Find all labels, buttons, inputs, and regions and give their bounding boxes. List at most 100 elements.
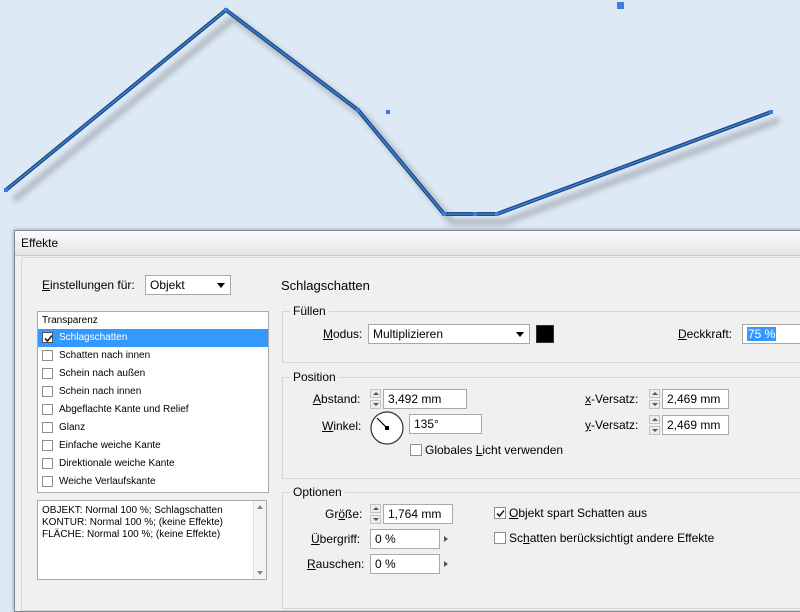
- effect-label: Glanz: [59, 422, 86, 433]
- chevron-down-icon: [217, 283, 225, 288]
- effect-label: Einfache weiche Kante: [59, 440, 161, 451]
- x-offset-label: x-Versatz:: [585, 392, 639, 406]
- increment-icon[interactable]: [370, 389, 381, 398]
- noise-value: 0 %: [375, 557, 396, 571]
- effect-item[interactable]: Glanz: [38, 419, 268, 437]
- effects-dialog: Effekte Einstellungen für: Objekt Transp…: [14, 230, 800, 612]
- center-point: [386, 110, 390, 114]
- effect-checkbox[interactable]: [42, 350, 53, 361]
- effect-label: Abgeflachte Kante und Relief: [59, 404, 189, 415]
- effect-checkbox[interactable]: [42, 440, 53, 451]
- anchor-point[interactable]: [495, 212, 499, 216]
- effect-item[interactable]: Schein nach innen: [38, 383, 268, 401]
- summary-line-object: OBJEKT: Normal 100 %; Schlagschatten: [42, 505, 223, 516]
- distance-stepper[interactable]: [370, 389, 381, 409]
- effect-label: Schein nach innen: [59, 386, 142, 397]
- fill-group-title: Füllen: [290, 304, 329, 318]
- x-offset-stepper[interactable]: [649, 389, 660, 409]
- distance-input[interactable]: 3,492 mm: [383, 389, 467, 409]
- effect-item[interactable]: Abgeflachte Kante und Relief: [38, 401, 268, 419]
- summary-scrollbar[interactable]: [253, 501, 266, 579]
- size-input[interactable]: 1,764 mm: [383, 504, 453, 524]
- effect-item[interactable]: Schatten nach innen: [38, 347, 268, 365]
- y-offset-value: 2,469 mm: [667, 418, 721, 432]
- blend-mode-dropdown[interactable]: Multiplizieren: [368, 324, 530, 344]
- effect-label: Schein nach außen: [59, 368, 146, 379]
- knockout-checkbox[interactable]: [494, 507, 506, 519]
- settings-for-dropdown[interactable]: Objekt: [145, 275, 231, 295]
- honor-effects-checkbox[interactable]: [494, 532, 506, 544]
- anchor-point[interactable]: [769, 110, 773, 114]
- x-offset-input[interactable]: 2,469 mm: [662, 389, 729, 409]
- blend-mode-value: Multiplizieren: [373, 327, 444, 341]
- spread-slider-arrow-icon[interactable]: [444, 536, 448, 542]
- effect-checkbox[interactable]: [42, 386, 53, 397]
- effect-checkbox[interactable]: [42, 332, 53, 343]
- decrement-icon[interactable]: [649, 400, 660, 409]
- angle-dial-graphic: [370, 411, 404, 445]
- spread-input[interactable]: 0 %: [370, 529, 440, 549]
- summary-line-fill: FLÄCHE: Normal 100 %; (keine Effekte): [42, 529, 221, 540]
- opacity-label: Deckkraft:: [678, 327, 733, 341]
- effect-item[interactable]: Einfache weiche Kante: [38, 437, 268, 455]
- anchor-point[interactable]: [356, 108, 360, 112]
- global-light-checkbox[interactable]: [410, 444, 422, 456]
- angle-value: 135°: [414, 417, 439, 431]
- anchor-point[interactable]: [224, 8, 228, 12]
- settings-for-value: Objekt: [150, 278, 185, 292]
- y-offset-stepper[interactable]: [649, 415, 660, 435]
- effect-checkbox[interactable]: [42, 476, 53, 487]
- scroll-up-icon[interactable]: [257, 505, 263, 509]
- size-value: 1,764 mm: [388, 507, 442, 521]
- y-offset-input[interactable]: 2,469 mm: [662, 415, 729, 435]
- angle-input[interactable]: 135°: [409, 414, 482, 434]
- polyline-shadow: [12, 14, 781, 225]
- knockout-label[interactable]: Objekt spart Schatten aus: [509, 506, 647, 520]
- effect-item[interactable]: Direktionale weiche Kante: [38, 455, 268, 473]
- options-group-title: Optionen: [290, 485, 345, 499]
- effect-item[interactable]: Schlagschatten: [38, 329, 268, 347]
- angle-label: Winkel:: [322, 419, 362, 433]
- honor-effects-label[interactable]: Schatten berücksichtigt andere Effekte: [509, 531, 714, 545]
- angle-dial-icon[interactable]: [369, 410, 405, 446]
- increment-icon[interactable]: [649, 389, 660, 398]
- summary-line-stroke: KONTUR: Normal 100 %; (keine Effekte): [42, 517, 223, 528]
- noise-label: Rauschen:: [307, 557, 365, 571]
- effect-checkbox[interactable]: [42, 422, 53, 433]
- effect-checkbox[interactable]: [42, 368, 53, 379]
- opacity-value: 75 %: [747, 327, 777, 341]
- effects-list: Transparenz Schlagschatten Schatten nach …: [37, 311, 269, 493]
- document-canvas[interactable]: [0, 0, 800, 235]
- noise-slider-arrow-icon[interactable]: [444, 561, 448, 567]
- dialog-titlebar[interactable]: Effekte: [15, 231, 800, 256]
- decrement-icon[interactable]: [649, 426, 660, 435]
- decrement-icon[interactable]: [370, 400, 381, 409]
- global-light-label[interactable]: Globales Licht verwenden: [425, 443, 563, 457]
- shadow-color-swatch[interactable]: [536, 325, 554, 343]
- decrement-icon[interactable]: [370, 515, 381, 524]
- noise-input[interactable]: 0 %: [370, 554, 440, 574]
- effect-label: Schatten nach innen: [59, 350, 151, 361]
- opacity-input[interactable]: 75 %: [742, 324, 800, 344]
- spread-value: 0 %: [375, 532, 396, 546]
- effect-checkbox[interactable]: [42, 404, 53, 415]
- section-title: Schlagschatten: [281, 278, 370, 293]
- increment-icon[interactable]: [370, 504, 381, 513]
- size-label: Größe:: [325, 507, 363, 521]
- increment-icon[interactable]: [649, 415, 660, 424]
- effect-checkbox[interactable]: [42, 458, 53, 469]
- checkmark-icon: [496, 509, 505, 518]
- size-stepper[interactable]: [370, 504, 381, 524]
- scroll-down-icon[interactable]: [257, 571, 263, 575]
- list-header-transparency[interactable]: Transparenz: [38, 312, 268, 329]
- anchor-point[interactable]: [4, 188, 8, 192]
- anchor-point[interactable]: [473, 212, 477, 216]
- anchor-point[interactable]: [442, 212, 446, 216]
- position-group-title: Position: [290, 370, 339, 384]
- effect-item[interactable]: Schein nach außen: [38, 365, 268, 383]
- effect-label: Schlagschatten: [59, 332, 128, 343]
- bounding-box-handle[interactable]: [617, 2, 624, 9]
- polyline-artwork[interactable]: [0, 0, 800, 235]
- effect-item[interactable]: Weiche Verlaufskante: [38, 473, 268, 491]
- settings-for-label: Einstellungen für:: [42, 278, 135, 292]
